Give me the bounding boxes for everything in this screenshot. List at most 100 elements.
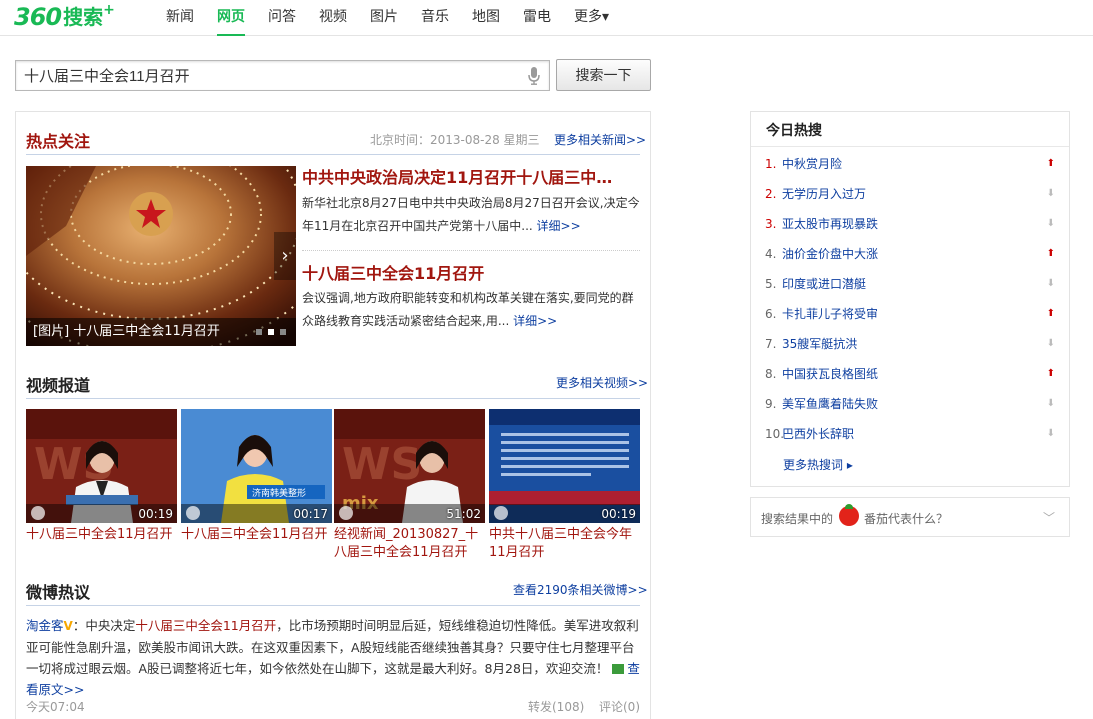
- hot-search-item[interactable]: 7. 35艘军艇抗洪 ⬇: [765, 334, 1055, 354]
- play-icon[interactable]: [186, 506, 200, 520]
- tomato-info-panel[interactable]: 搜索结果中的 番茄代表什么？ ﹀: [750, 497, 1070, 537]
- hot-search-item[interactable]: 2. 无学历月入过万 ⬇: [765, 184, 1055, 204]
- nav-thunder[interactable]: 雷电: [523, 0, 551, 36]
- weibo-user[interactable]: 淘金客: [26, 618, 64, 633]
- hot-search-term[interactable]: 油价金价盘中大涨: [782, 247, 878, 261]
- rank-number: 4.: [765, 247, 777, 261]
- weibo-text-pre: ：中央决定: [72, 618, 136, 633]
- hot-search-item[interactable]: 9. 美军鱼鹰着陆失败 ⬇: [765, 394, 1055, 414]
- tomato-text-prefix: 搜索结果中的: [761, 512, 834, 526]
- search-box: [15, 60, 550, 91]
- rank-number: 6.: [765, 307, 777, 321]
- more-videos-link[interactable]: 更多相关视频>>: [556, 374, 648, 391]
- news-1-title[interactable]: 中共中央政治局决定11月召开十八届三中…: [302, 164, 612, 188]
- logo[interactable]: 360 搜索 +: [14, 2, 115, 31]
- more-news-link[interactable]: 更多相关新闻>>: [554, 131, 646, 148]
- nav-news[interactable]: 新闻: [166, 0, 194, 36]
- news-2-title[interactable]: 十八届三中全会11月召开: [302, 260, 484, 284]
- play-icon[interactable]: [494, 506, 508, 520]
- news-1-detail-link[interactable]: 详细>>: [537, 219, 581, 233]
- rank-number: 2.: [765, 187, 777, 201]
- logo-text: 搜索: [63, 5, 104, 29]
- hot-search-term[interactable]: 卡扎菲儿子将受审: [782, 307, 878, 321]
- trend-down-icon: ⬇: [1046, 188, 1055, 199]
- logo-number: 360: [14, 3, 62, 31]
- video-report-title: 视频报道: [26, 376, 91, 395]
- nav-web[interactable]: 网页: [217, 0, 245, 36]
- repost-link[interactable]: 转发(108): [528, 698, 584, 715]
- weibo-title: 微博热议: [26, 583, 91, 602]
- nav-qa[interactable]: 问答: [268, 0, 296, 36]
- slide-dot[interactable]: [280, 329, 286, 335]
- more-weibo-link[interactable]: 查看2190条相关微博>>: [513, 581, 648, 598]
- tomato-icon: [839, 504, 859, 526]
- video-thumb-3[interactable]: WS mix 51:02: [334, 409, 485, 523]
- news-2-detail-link[interactable]: 详细>>: [513, 314, 557, 328]
- hot-search-item[interactable]: 3. 亚太股市再现暴跌 ⬇: [765, 214, 1055, 234]
- hot-focus-title: 热点关注: [26, 132, 91, 151]
- nav-more[interactable]: 更多▾: [574, 0, 609, 36]
- news-divider: [302, 250, 640, 251]
- search-button[interactable]: 搜索一下: [556, 59, 651, 91]
- hot-search-term[interactable]: 亚太股市再现暴跌: [782, 217, 878, 231]
- trend-down-icon: ⬇: [1046, 278, 1055, 289]
- tomato-text-question: 番茄代表什么？: [864, 512, 949, 526]
- hot-search-term[interactable]: 无学历月入过万: [782, 187, 866, 201]
- microphone-icon[interactable]: [528, 67, 540, 85]
- slide-dot[interactable]: [256, 329, 262, 335]
- video-caption-3[interactable]: 经视新闻_20130827_十八届三中全会11月召开: [334, 526, 486, 562]
- video-thumb-4[interactable]: 00:19: [489, 409, 640, 523]
- image-icon: [612, 664, 625, 674]
- video-duration: 00:17: [293, 507, 328, 521]
- play-icon[interactable]: [31, 506, 45, 520]
- hot-search-item[interactable]: 10.巴西外长辞职 ⬇: [765, 424, 1055, 444]
- hot-search-term[interactable]: 中秋赏月险: [782, 157, 842, 171]
- trend-down-icon: ⬇: [1046, 428, 1055, 439]
- news-2-text: 会议强调,地方政府职能转变和机构改革关键在落实,要同党的群众路线教育实践活动紧密…: [302, 291, 634, 328]
- video-caption-2[interactable]: 十八届三中全会11月召开: [181, 526, 333, 544]
- hot-search-term[interactable]: 35艘军艇抗洪: [782, 337, 857, 351]
- news-1-text: 新华社北京8月27日电中共中央政治局8月27日召开会议,决定今年11月在北京召开…: [302, 196, 640, 233]
- nav-bar: 新闻 网页 问答 视频 图片 音乐 地图 雷电 更多▾: [166, 0, 632, 36]
- logo-plus: +: [103, 2, 115, 18]
- video-caption-1[interactable]: 十八届三中全会11月召开: [26, 526, 178, 544]
- slide-dot-active[interactable]: [268, 329, 274, 335]
- trend-down-icon: ⬇: [1046, 218, 1055, 229]
- rank-number: 5.: [765, 277, 777, 291]
- play-icon[interactable]: [339, 506, 353, 520]
- video-2-overlay: 济南韩美整形: [252, 487, 306, 499]
- video-caption-4[interactable]: 中共十八届三中全会今年11月召开: [489, 526, 641, 562]
- video-thumb-1[interactable]: WS 00:19: [26, 409, 177, 523]
- hot-search-item[interactable]: 5. 印度或进口潜艇 ⬇: [765, 274, 1055, 294]
- hot-search-item[interactable]: 6. 卡扎菲儿子将受审 ⬆: [765, 304, 1055, 324]
- trend-up-icon: ⬆: [1046, 368, 1055, 379]
- chevron-down-icon[interactable]: ﹀: [1043, 509, 1055, 526]
- news-2-desc: 会议强调,地方政府职能转变和机构改革关键在落实,要同党的群众路线教育实践活动紧密…: [302, 287, 642, 333]
- hot-search-term[interactable]: 巴西外长辞职: [782, 427, 854, 441]
- search-input[interactable]: [16, 61, 516, 90]
- hot-search-term[interactable]: 中国获瓦良格图纸: [782, 367, 878, 381]
- trend-up-icon: ⬆: [1046, 248, 1055, 259]
- more-hot-search-link[interactable]: 更多热搜词 ▸: [783, 456, 853, 473]
- nav-video[interactable]: 视频: [319, 0, 347, 36]
- hot-search-item[interactable]: 1. 中秋赏月险 ⬆: [765, 154, 1055, 174]
- rank-number: 10.: [765, 427, 785, 441]
- comment-link[interactable]: 评论(0): [599, 698, 640, 715]
- hot-search-item[interactable]: 4. 油价金价盘中大涨 ⬆: [765, 244, 1055, 264]
- video-thumb-2[interactable]: 济南韩美整形 00:17: [181, 409, 332, 523]
- slide-next-button[interactable]: ›: [274, 232, 296, 280]
- weibo-post: 淘金客V：中央决定十八届三中全会11月召开，比市场预期时间明显后延，短线维稳迫切…: [26, 615, 642, 700]
- nav-images[interactable]: 图片: [370, 0, 398, 36]
- hot-search-item[interactable]: 8. 中国获瓦良格图纸 ⬆: [765, 364, 1055, 384]
- rank-number: 9.: [765, 397, 777, 411]
- nav-music[interactable]: 音乐: [421, 0, 449, 36]
- rank-number: 7.: [765, 337, 777, 351]
- nav-map[interactable]: 地图: [472, 0, 500, 36]
- divider: [26, 154, 640, 155]
- news-slideshow[interactable]: › [图片] 十八届三中全会11月召开: [26, 166, 296, 346]
- hot-search-panel: 今日热搜 1. 中秋赏月险 ⬆ 2. 无学历月入过万 ⬇ 3. 亚太股市再现暴跌 ⬇ 4. 油价金价…: [750, 111, 1070, 487]
- hot-search-term[interactable]: 美军鱼鹰着陆失败: [782, 397, 878, 411]
- svg-text:WS: WS: [342, 439, 422, 490]
- hot-search-term[interactable]: 印度或进口潜艇: [782, 277, 866, 291]
- rank-number: 1.: [765, 157, 777, 171]
